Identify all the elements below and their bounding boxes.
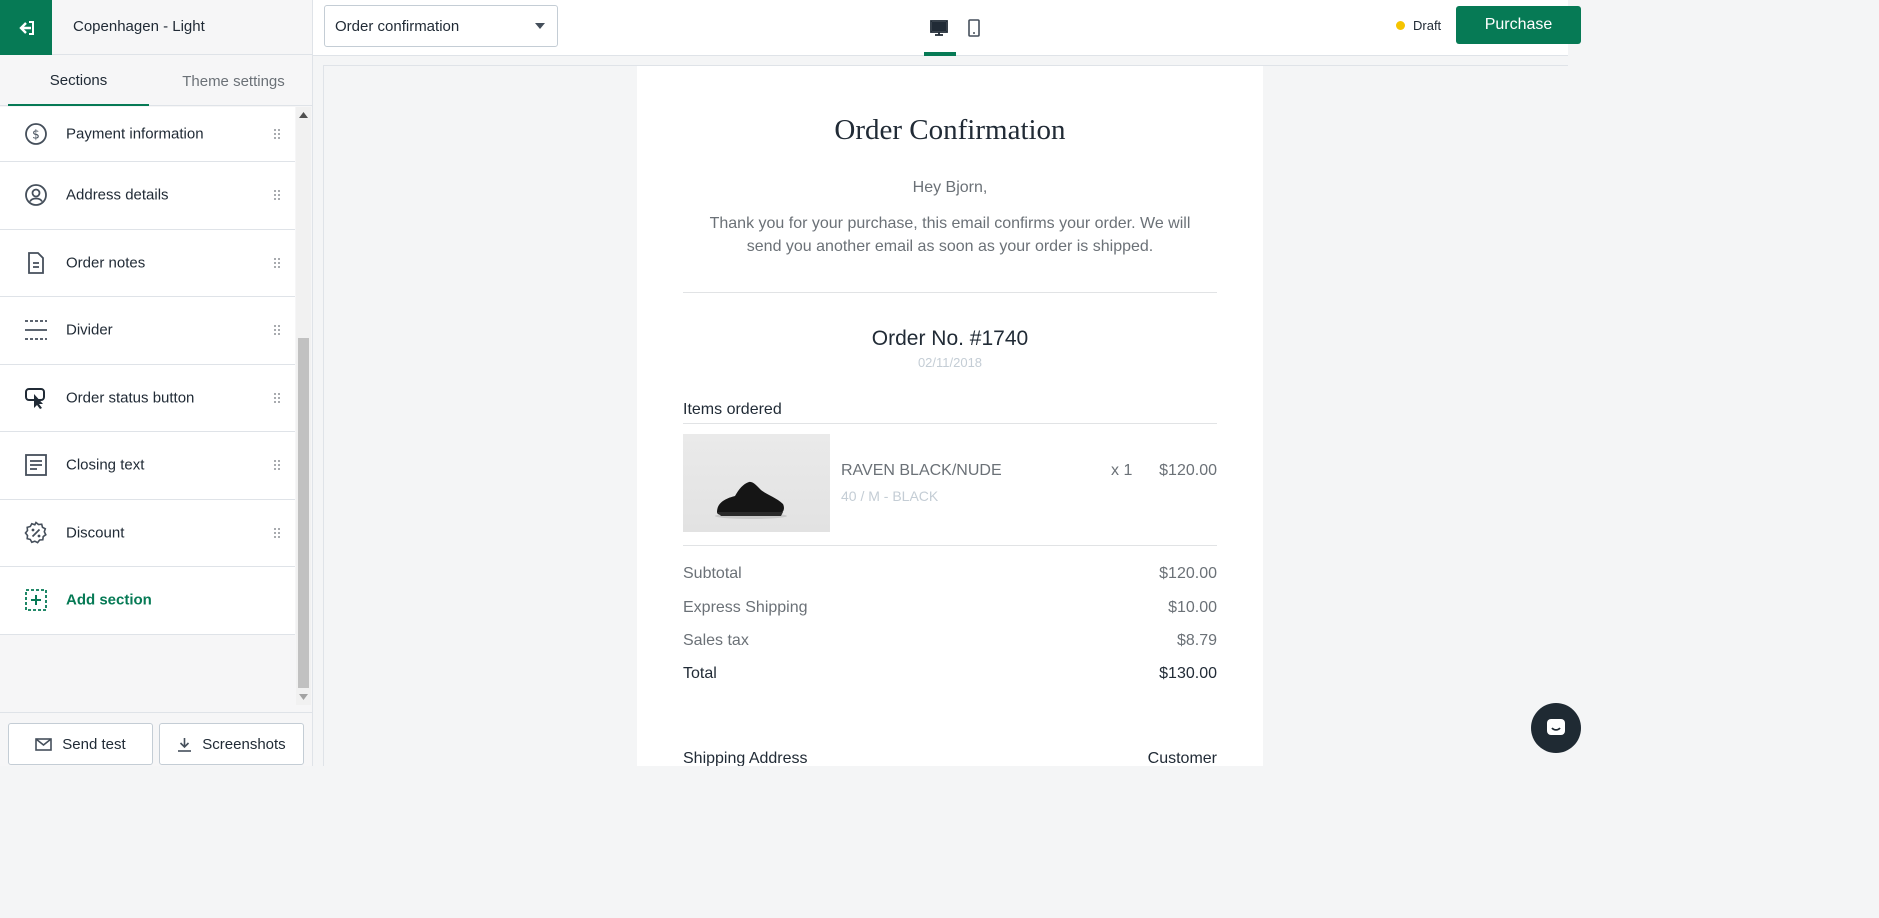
scroll-up-arrow-icon[interactable] <box>296 109 311 121</box>
divider-icon <box>24 318 48 342</box>
section-item-label: Order notes <box>66 254 146 272</box>
totals-label: Sales tax <box>683 632 749 649</box>
theme-name: Copenhagen - Light <box>73 18 205 35</box>
section-item-payment-information[interactable]: $ Payment information <box>0 107 295 162</box>
text-block-icon <box>24 453 48 477</box>
sidebar-footer: Send test Screenshots <box>0 712 312 766</box>
shipping-address-heading: Shipping Address <box>683 750 808 766</box>
button-icon <box>24 386 48 410</box>
product-name: RAVEN BLACK/NUDE <box>841 462 1002 479</box>
totals-label: Total <box>683 665 717 682</box>
drag-handle-icon[interactable] <box>274 392 280 403</box>
download-icon <box>178 737 192 752</box>
section-item-divider[interactable]: Divider <box>0 297 295 365</box>
section-item-discount[interactable]: Discount <box>0 499 295 567</box>
section-item-order-status-button[interactable]: Order status button <box>0 364 295 432</box>
status-dot-icon <box>1396 21 1405 30</box>
section-item-label: Discount <box>66 524 125 542</box>
email-divider <box>683 423 1217 424</box>
drag-handle-icon[interactable] <box>274 325 280 336</box>
section-item-closing-text[interactable]: Closing text <box>0 432 295 500</box>
sneaker-icon <box>715 481 787 519</box>
section-item-label: Order status button <box>66 389 195 407</box>
drag-handle-icon[interactable] <box>274 527 280 538</box>
sidebar-scrollbar[interactable] <box>296 107 311 705</box>
email-greeting: Hey Bjorn, <box>912 179 988 196</box>
mobile-view-button[interactable] <box>960 14 988 42</box>
document-icon <box>24 251 48 275</box>
add-section-button[interactable]: Add section <box>0 567 295 635</box>
email-body-text: Thank you for your purchase, this email … <box>709 215 1191 255</box>
chevron-down-icon <box>535 23 545 29</box>
totals-value: $130.00 <box>1159 665 1217 682</box>
drag-handle-icon[interactable] <box>274 460 280 471</box>
totals-value: $10.00 <box>1168 599 1217 616</box>
chat-button[interactable] <box>1531 703 1581 753</box>
add-section-label: Add section <box>66 591 152 609</box>
scroll-down-arrow-icon[interactable] <box>296 691 311 703</box>
totals-row-shipping: Express Shipping $10.00 <box>683 599 1217 617</box>
email-divider <box>683 545 1217 546</box>
section-item-label: Divider <box>66 321 113 339</box>
totals-row-tax: Sales tax $8.79 <box>683 632 1217 650</box>
totals-value: $120.00 <box>1159 565 1217 582</box>
mail-icon <box>35 737 53 751</box>
section-item-label: Closing text <box>66 456 145 474</box>
status-badge: Draft <box>1396 18 1441 33</box>
product-image <box>683 434 830 532</box>
status-label: Draft <box>1413 18 1442 33</box>
items-ordered-heading: Items ordered <box>683 401 782 418</box>
order-number: Order No. #1740 <box>871 327 1029 350</box>
drag-handle-icon[interactable] <box>274 190 280 201</box>
mobile-icon <box>968 19 980 37</box>
email-preview-area: Order Confirmation Hey Bjorn, Thank you … <box>323 65 1568 766</box>
sidebar-tabs: Sections Theme settings <box>0 56 312 106</box>
drag-handle-icon[interactable] <box>274 257 280 268</box>
section-item-label: Payment information <box>66 125 204 143</box>
desktop-view-button[interactable] <box>925 14 953 42</box>
section-item-address-details[interactable]: Address details <box>0 162 295 230</box>
email-title: Order Confirmation <box>834 114 1066 146</box>
sidebar: Copenhagen - Light Sections Theme settin… <box>0 0 313 766</box>
add-section-icon <box>24 588 48 612</box>
scrollbar-thumb[interactable] <box>298 338 309 688</box>
send-test-button[interactable]: Send test <box>8 723 153 765</box>
sections-list: $ Payment information Address details Or… <box>0 107 295 707</box>
discount-icon <box>24 521 48 545</box>
tab-theme-settings[interactable]: Theme settings <box>160 56 307 106</box>
totals-row-subtotal: Subtotal $120.00 <box>683 565 1217 583</box>
tab-sections[interactable]: Sections <box>8 56 149 106</box>
totals-label: Express Shipping <box>683 599 808 616</box>
screenshots-button[interactable]: Screenshots <box>159 723 304 765</box>
template-select[interactable]: Order confirmation <box>324 5 558 47</box>
svg-text:$: $ <box>32 128 40 142</box>
exit-button[interactable] <box>0 0 52 55</box>
product-quantity: x 1 <box>1111 462 1133 479</box>
email-preview: Order Confirmation Hey Bjorn, Thank you … <box>637 66 1263 766</box>
desktop-view-active-indicator <box>924 52 956 56</box>
screenshots-label: Screenshots <box>202 735 286 753</box>
shipping-customer-label: Customer <box>1147 750 1217 766</box>
totals-value: $8.79 <box>1176 632 1217 649</box>
totals-label: Subtotal <box>683 565 742 582</box>
product-price: $120.00 <box>1159 462 1217 479</box>
user-circle-icon <box>24 183 48 207</box>
sidebar-header: Copenhagen - Light <box>0 0 312 55</box>
product-variant: 40 / M - BLACK <box>841 488 939 504</box>
chat-icon <box>1547 719 1565 735</box>
purchase-button[interactable]: Purchase <box>1456 6 1581 44</box>
send-test-label: Send test <box>62 735 126 753</box>
template-select-value: Order confirmation <box>335 18 460 35</box>
section-item-order-notes[interactable]: Order notes <box>0 229 295 297</box>
dollar-circle-icon: $ <box>24 122 48 146</box>
exit-icon <box>19 20 34 35</box>
desktop-icon <box>930 20 948 36</box>
top-bar: Order confirmation Draft Purchase <box>313 0 1581 56</box>
order-date: 02/11/2018 <box>917 355 983 370</box>
section-item-label: Address details <box>66 186 169 204</box>
totals-row-total: Total $130.00 <box>683 665 1217 683</box>
email-divider <box>683 292 1217 293</box>
drag-handle-icon[interactable] <box>274 129 280 139</box>
